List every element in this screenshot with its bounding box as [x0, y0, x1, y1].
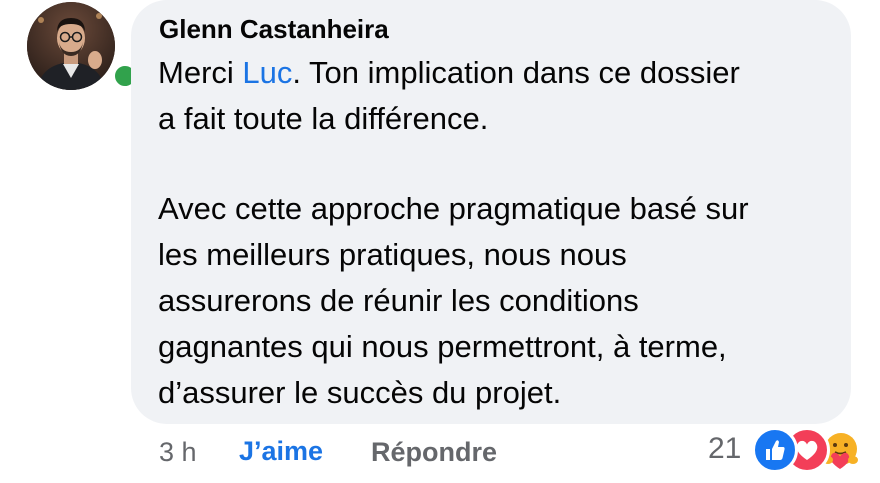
- comment-paragraph-2: Avec cette approche pragmatique basé sur…: [158, 186, 749, 416]
- like-icon: [752, 427, 798, 473]
- comment-line: Avec cette approche pragmatique basé sur: [158, 191, 749, 226]
- comment-paragraph-1: Merci Luc. Ton implication dans ce dossi…: [158, 50, 740, 142]
- reactions-summary[interactable]: [752, 427, 872, 473]
- comment-bubble: Glenn Castanheira Merci Luc. Ton implica…: [131, 0, 851, 424]
- avatar[interactable]: [27, 2, 115, 90]
- reply-button[interactable]: Répondre: [371, 437, 497, 468]
- mention-link[interactable]: Luc: [242, 55, 292, 90]
- comment-text: . Ton implication dans ce dossier: [292, 55, 740, 90]
- author-name[interactable]: Glenn Castanheira: [159, 14, 389, 45]
- author-avatar-container[interactable]: [27, 2, 139, 94]
- comment-line: d’assurer le succès du projet.: [158, 375, 562, 410]
- comment-timestamp[interactable]: 3 h: [159, 437, 197, 468]
- comment-text: Merci: [158, 55, 243, 90]
- comment-line: les meilleurs pratiques, nous nous: [158, 237, 627, 272]
- comment-line: Merci Luc. Ton implication dans ce dossi…: [158, 50, 740, 96]
- like-button[interactable]: J’aime: [239, 436, 323, 467]
- comment-line: gagnantes qui nous permettront, à terme,: [158, 329, 727, 364]
- avatar-photo: [27, 2, 115, 90]
- reaction-count[interactable]: 21: [708, 432, 741, 466]
- comment: Glenn Castanheira Merci Luc. Ton implica…: [0, 0, 880, 483]
- comment-line: a fait toute la différence.: [158, 101, 489, 136]
- comment-line: assurerons de réunir les conditions: [158, 283, 639, 318]
